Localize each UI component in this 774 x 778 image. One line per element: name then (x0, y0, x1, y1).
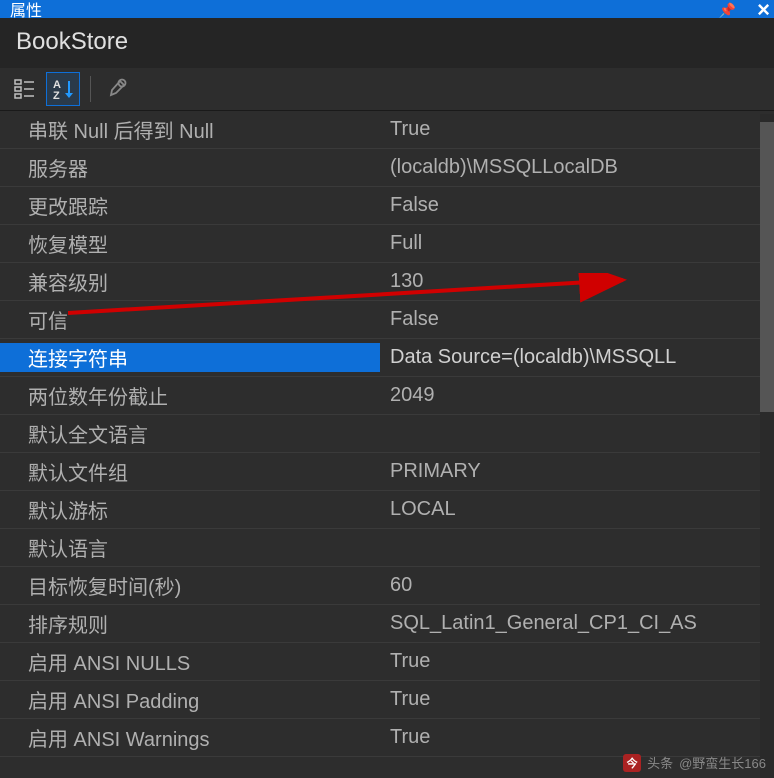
property-row[interactable]: 串联 Null 后得到 NullTrue (0, 111, 774, 149)
property-value[interactable]: True (380, 726, 774, 749)
property-row[interactable]: 默认文件组PRIMARY (0, 453, 774, 491)
alphabetical-view-button[interactable]: A Z (46, 72, 80, 106)
property-row[interactable]: 恢复模型Full (0, 225, 774, 263)
property-value[interactable]: 60 (380, 574, 774, 597)
property-name: 更改跟踪 (0, 191, 380, 220)
property-name: 启用 ANSI Padding (0, 685, 380, 714)
property-row[interactable]: 默认游标LOCAL (0, 491, 774, 529)
property-value[interactable]: 130 (380, 270, 774, 293)
property-row[interactable]: 连接字符串Data Source=(localdb)\MSSQLL (0, 339, 774, 377)
property-row[interactable]: 默认语言 (0, 529, 774, 567)
property-value[interactable]: True (380, 650, 774, 673)
svg-text:Z: Z (53, 90, 60, 101)
properties-icon-button[interactable] (101, 72, 135, 106)
watermark-logo-icon: 今 (623, 754, 641, 772)
property-name: 恢复模型 (0, 229, 380, 258)
property-value[interactable]: PRIMARY (380, 460, 774, 483)
property-name: 默认文件组 (0, 457, 380, 486)
property-name: 目标恢复时间(秒) (0, 571, 380, 600)
property-row[interactable]: 启用 ANSI WarningsTrue (0, 719, 774, 757)
property-value[interactable]: True (380, 688, 774, 711)
property-row[interactable]: 服务器(localdb)\MSSQLLocalDB (0, 149, 774, 187)
scrollbar-thumb[interactable] (760, 122, 774, 412)
property-value[interactable]: Full (380, 232, 774, 255)
property-row[interactable]: 默认全文语言 (0, 415, 774, 453)
property-value[interactable]: False (380, 194, 774, 217)
property-name: 默认游标 (0, 495, 380, 524)
watermark-author: @野蛮生长166 (679, 753, 766, 772)
property-value[interactable]: 2049 (380, 384, 774, 407)
property-row[interactable]: 可信False (0, 301, 774, 339)
property-name: 两位数年份截止 (0, 381, 380, 410)
watermark-label: 头条 (647, 753, 673, 772)
toolbar-separator (90, 76, 91, 102)
property-name: 服务器 (0, 153, 380, 182)
property-value[interactable]: True (380, 118, 774, 141)
property-row[interactable]: 排序规则SQL_Latin1_General_CP1_CI_AS (0, 605, 774, 643)
object-name: BookStore (16, 28, 128, 55)
property-row[interactable]: 兼容级别130 (0, 263, 774, 301)
property-name: 可信 (0, 305, 380, 334)
property-value[interactable]: SQL_Latin1_General_CP1_CI_AS (380, 612, 774, 635)
property-value[interactable]: False (380, 308, 774, 331)
property-value[interactable]: LOCAL (380, 498, 774, 521)
watermark: 今 头条 @野蛮生长166 (623, 753, 766, 772)
property-grid[interactable]: 串联 Null 后得到 NullTrue服务器(localdb)\MSSQLLo… (0, 111, 774, 775)
categorized-view-button[interactable] (8, 72, 42, 106)
property-name: 排序规则 (0, 609, 380, 638)
property-name: 串联 Null 后得到 Null (0, 115, 380, 144)
property-name: 启用 ANSI NULLS (0, 647, 380, 676)
property-name: 兼容级别 (0, 267, 380, 296)
property-row[interactable]: 目标恢复时间(秒)60 (0, 567, 774, 605)
window-title: 属性 (10, 0, 42, 18)
property-name: 启用 ANSI Warnings (0, 723, 380, 752)
title-bar: 属性 📌 × (0, 0, 774, 18)
property-name: 连接字符串 (0, 343, 380, 372)
property-row[interactable]: 启用 ANSI NULLSTrue (0, 643, 774, 681)
pin-icon[interactable]: 📌 (719, 2, 736, 18)
scrollbar[interactable] (760, 114, 774, 778)
property-value[interactable]: Data Source=(localdb)\MSSQLL (380, 346, 774, 369)
properties-header: BookStore (0, 18, 774, 68)
property-row[interactable]: 更改跟踪False (0, 187, 774, 225)
property-row[interactable]: 两位数年份截止2049 (0, 377, 774, 415)
property-row[interactable]: 启用 ANSI PaddingTrue (0, 681, 774, 719)
property-name: 默认语言 (0, 533, 380, 562)
close-icon[interactable]: × (757, 0, 770, 18)
property-name: 默认全文语言 (0, 419, 380, 448)
property-value[interactable]: (localdb)\MSSQLLocalDB (380, 156, 774, 179)
toolbar: A Z (0, 68, 774, 111)
